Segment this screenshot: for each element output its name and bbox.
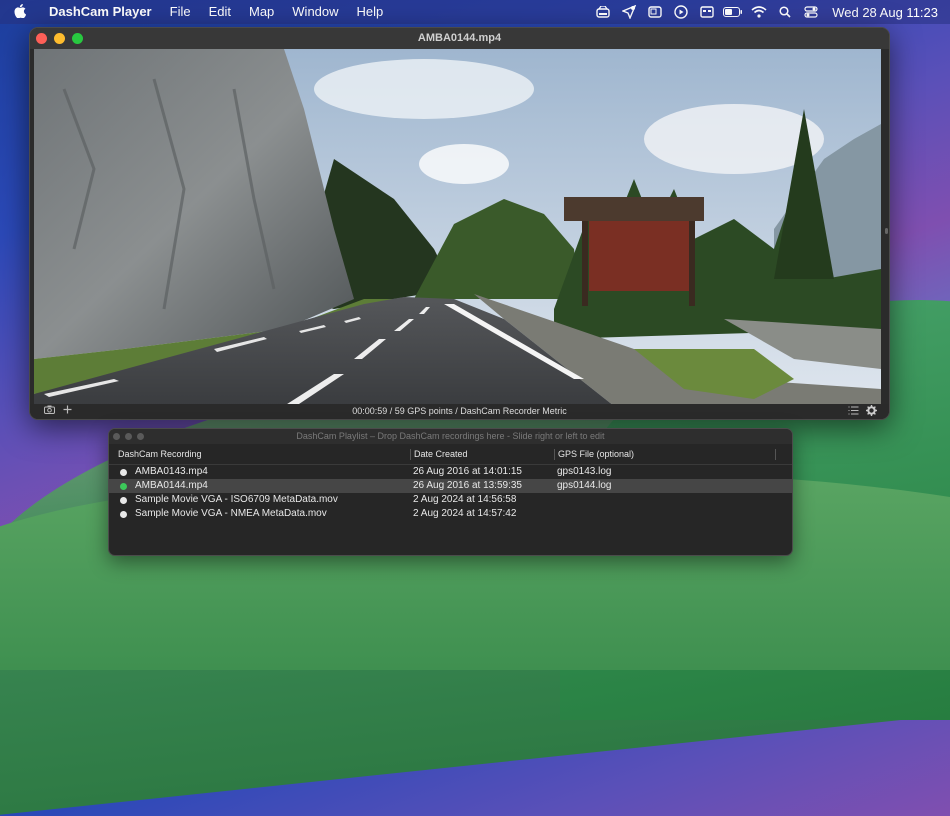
drive-icon[interactable] bbox=[590, 0, 616, 24]
window-icon[interactable] bbox=[642, 0, 668, 24]
status-dot-active bbox=[120, 482, 127, 490]
column-divider[interactable] bbox=[410, 449, 411, 460]
playlist-header: DashCam Recording Date Created GPS File … bbox=[109, 445, 792, 465]
playlist-row-selected[interactable]: AMBA0144.mp4 26 Aug 2016 at 13:59:35 gps… bbox=[109, 479, 792, 493]
play-icon[interactable] bbox=[668, 0, 694, 24]
status-bar: 00:00:59 / 59 GPS points / DashCam Recor… bbox=[30, 404, 889, 419]
location-icon[interactable] bbox=[616, 0, 642, 24]
recording-date: 26 Aug 2016 at 14:01:15 bbox=[413, 466, 522, 477]
recording-name: AMBA0143.mp4 bbox=[135, 466, 208, 477]
column-header-recording[interactable]: DashCam Recording bbox=[118, 445, 202, 464]
control-center-icon[interactable] bbox=[798, 0, 824, 24]
recording-date: 2 Aug 2024 at 14:57:42 bbox=[413, 508, 517, 519]
recording-date: 26 Aug 2016 at 13:59:35 bbox=[413, 480, 522, 491]
window-scroll-indicator[interactable] bbox=[885, 228, 888, 234]
recording-name: AMBA0144.mp4 bbox=[135, 480, 208, 491]
menu-bar: DashCam Player File Edit Map Window Help bbox=[0, 0, 950, 24]
playlist-row[interactable]: Sample Movie VGA - NMEA MetaData.mov 2 A… bbox=[109, 507, 792, 521]
playlist-title: DashCam Playlist – Drop DashCam recordin… bbox=[296, 431, 605, 441]
video-window: AMBA0144.mp4 00:00:59 / 59 GPS points / … bbox=[29, 27, 890, 420]
recording-gps: gps0143.log bbox=[557, 466, 612, 477]
search-icon[interactable] bbox=[772, 0, 798, 24]
playlist-row[interactable]: Sample Movie VGA - ISO6709 MetaData.mov … bbox=[109, 493, 792, 507]
column-header-date[interactable]: Date Created bbox=[414, 445, 468, 464]
display-icon[interactable] bbox=[694, 0, 720, 24]
menu-clock[interactable]: Wed 28 Aug 11:23 bbox=[824, 5, 938, 20]
video-frame[interactable] bbox=[34, 49, 881, 406]
status-dot bbox=[120, 510, 127, 518]
menu-window[interactable]: Window bbox=[283, 0, 347, 24]
menu-app-name[interactable]: DashCam Player bbox=[40, 0, 161, 24]
apple-menu-icon[interactable] bbox=[0, 3, 40, 21]
window-titlebar[interactable]: AMBA0144.mp4 bbox=[30, 28, 889, 49]
settings-gear-icon[interactable] bbox=[866, 405, 877, 418]
recording-gps: gps0144.log bbox=[557, 480, 612, 491]
playlist-rows: AMBA0143.mp4 26 Aug 2016 at 14:01:15 gps… bbox=[109, 465, 792, 521]
status-dot bbox=[120, 496, 127, 504]
wifi-icon[interactable] bbox=[746, 0, 772, 24]
window-title: AMBA0144.mp4 bbox=[417, 32, 502, 44]
menu-edit[interactable]: Edit bbox=[200, 0, 240, 24]
playlist-window: DashCam Playlist – Drop DashCam recordin… bbox=[108, 428, 793, 556]
column-divider[interactable] bbox=[775, 449, 776, 460]
list-icon[interactable] bbox=[848, 406, 859, 417]
menu-file[interactable]: File bbox=[161, 0, 200, 24]
recording-name: Sample Movie VGA - ISO6709 MetaData.mov bbox=[135, 494, 338, 505]
menu-help[interactable]: Help bbox=[348, 0, 393, 24]
battery-icon[interactable] bbox=[720, 0, 746, 24]
menu-map[interactable]: Map bbox=[240, 0, 283, 24]
column-header-gps[interactable]: GPS File (optional) bbox=[558, 445, 634, 464]
recording-date: 2 Aug 2024 at 14:56:58 bbox=[413, 494, 517, 505]
playlist-titlebar[interactable]: DashCam Playlist – Drop DashCam recordin… bbox=[109, 429, 792, 444]
playlist-row[interactable]: AMBA0143.mp4 26 Aug 2016 at 14:01:15 gps… bbox=[109, 465, 792, 479]
status-dot bbox=[120, 468, 127, 476]
column-divider[interactable] bbox=[554, 449, 555, 460]
recording-name: Sample Movie VGA - NMEA MetaData.mov bbox=[135, 508, 327, 519]
playback-status: 00:00:59 / 59 GPS points / DashCam Recor… bbox=[352, 406, 567, 416]
